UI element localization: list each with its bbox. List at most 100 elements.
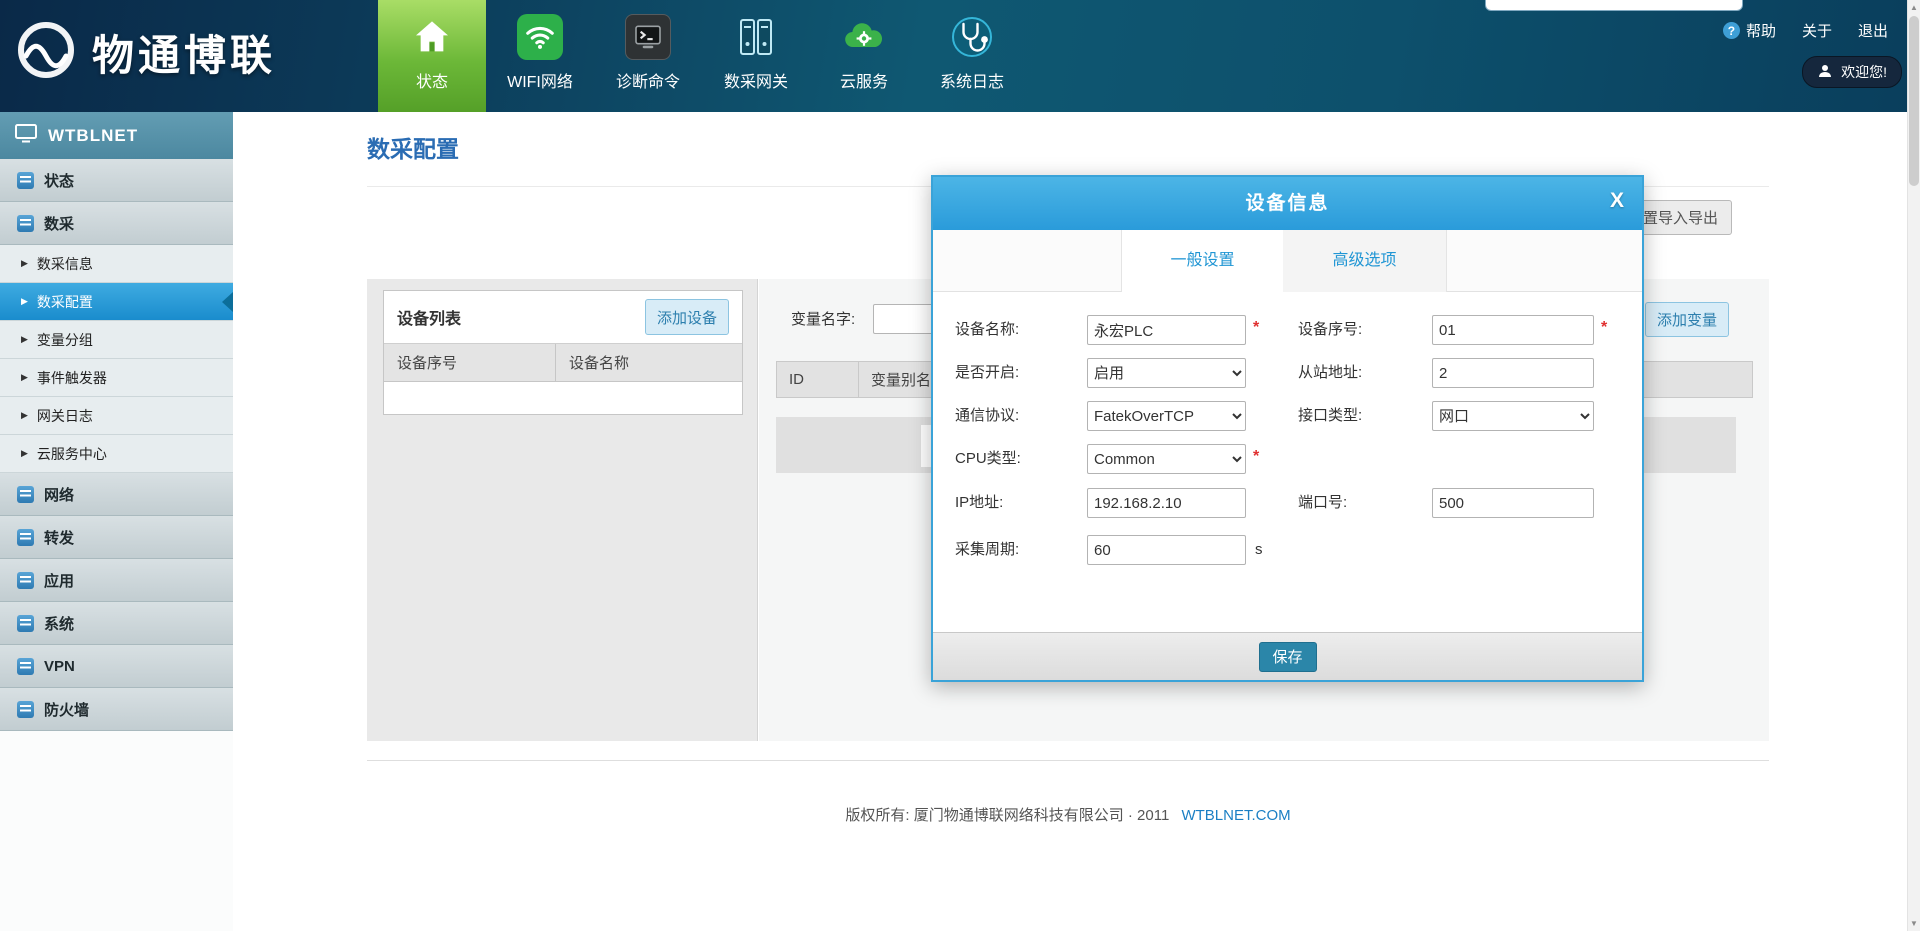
nav-tab-label: 诊断命令	[616, 68, 680, 92]
about-link[interactable]: 关于	[1802, 20, 1832, 41]
enabled-label: 是否开启:	[955, 358, 1019, 388]
sidebar-item-label: 系统	[44, 613, 74, 634]
logout-link[interactable]: 退出	[1858, 20, 1888, 41]
sidebar-item-label: 应用	[44, 570, 74, 591]
port-label: 端口号:	[1298, 488, 1347, 518]
device-list-column: 设备列表 添加设备 设备序号 设备名称	[367, 279, 758, 741]
device-no-column-header: 设备序号	[384, 344, 556, 381]
ip-addr-field[interactable]	[1087, 488, 1246, 518]
tab-general-settings[interactable]: 一般设置	[1121, 230, 1284, 292]
sidebar-item-label: 网络	[44, 484, 74, 505]
sidebar-subitem-label: 云服务中心	[37, 444, 107, 464]
tab-advanced-options[interactable]: 高级选项	[1283, 230, 1447, 292]
sidebar-item-datacollect[interactable]: 数采	[0, 202, 233, 245]
nav-tab-label: 状态	[416, 68, 448, 92]
sidebar-subitem-cloud-center[interactable]: 云服务中心	[0, 435, 233, 473]
sidebar-subitem-label: 事件触发器	[37, 368, 107, 388]
protocol-label: 通信协议:	[955, 401, 1019, 431]
nav-tab-label: 数采网关	[724, 68, 788, 92]
device-list-title: 设备列表	[397, 305, 461, 329]
modal-footer: 保存	[933, 632, 1642, 680]
sidebar-item-forward[interactable]: 转发	[0, 516, 233, 559]
interface-type-select[interactable]: 网口	[1432, 401, 1594, 431]
sidebar-item-app[interactable]: 应用	[0, 559, 233, 602]
device-no-label: 设备序号:	[1298, 315, 1362, 345]
add-device-button[interactable]: 添加设备	[645, 299, 729, 335]
sidebar-item-label: VPN	[44, 658, 75, 675]
cpu-type-label: CPU类型:	[955, 444, 1021, 474]
sidebar-item-label: 状态	[44, 170, 74, 191]
nav-tab-wifi[interactable]: WIFI网络	[486, 0, 594, 112]
monitor-icon	[15, 124, 37, 148]
interface-type-label: 接口类型:	[1298, 401, 1362, 431]
nav-tab-cloud[interactable]: 云服务	[810, 0, 918, 112]
nav-tab-status[interactable]: 状态	[378, 0, 486, 112]
slave-addr-field[interactable]	[1432, 358, 1594, 388]
help-link[interactable]: ? 帮助	[1723, 20, 1776, 41]
id-column-header: ID	[777, 362, 859, 397]
add-variable-button[interactable]: 添加变量	[1645, 302, 1729, 337]
sidebar-subitem-label: 变量分组	[37, 330, 93, 350]
sidebar-item-network[interactable]: 网络	[0, 473, 233, 516]
sidebar-subitem-label: 网关日志	[37, 406, 93, 426]
sidebar-subitem-datacollect-info[interactable]: 数采信息	[0, 245, 233, 283]
slave-addr-label: 从站地址:	[1298, 358, 1362, 388]
period-field[interactable]	[1087, 535, 1246, 565]
sidebar-item-vpn[interactable]: VPN	[0, 645, 233, 688]
main-nav: 状态 WIFI网络	[378, 0, 1026, 112]
nav-tab-label: WIFI网络	[507, 68, 573, 92]
cpu-type-select[interactable]: Common	[1087, 444, 1246, 474]
search-input[interactable]	[1486, 0, 1742, 10]
period-unit-suffix: s	[1255, 535, 1263, 565]
sidebar-subitem-event-trigger[interactable]: 事件触发器	[0, 359, 233, 397]
device-no-field[interactable]	[1432, 315, 1594, 345]
help-label: 帮助	[1746, 20, 1776, 41]
sidebar-subitem-variable-group[interactable]: 变量分组	[0, 321, 233, 359]
sidebar-item-system[interactable]: 系统	[0, 602, 233, 645]
current-item-arrow-icon	[222, 292, 233, 312]
enabled-select[interactable]: 启用	[1087, 358, 1246, 388]
protocol-select[interactable]: FatekOverTCP	[1087, 401, 1246, 431]
menu-grid-icon	[17, 486, 34, 503]
form-row: 通信协议: FatekOverTCP 接口类型: 网口	[933, 401, 1642, 433]
stethoscope-icon	[946, 11, 998, 63]
welcome-badge[interactable]: 欢迎您!	[1802, 56, 1902, 88]
menu-grid-icon	[17, 215, 34, 232]
footer: 版权所有: 厦门物通博联网络科技有限公司 · 2011 WTBLNET.COM	[367, 804, 1769, 825]
nav-tab-gateway[interactable]: 数采网关	[702, 0, 810, 112]
wtblnet-link[interactable]: WTBLNET.COM	[1181, 807, 1290, 824]
required-asterisk: *	[1253, 319, 1259, 337]
copyright-text: 版权所有: 厦门物通博联网络科技有限公司 · 2011	[845, 807, 1169, 824]
sidebar: WTBLNET 状态 数采 数采信息 数采配置 变量分组 事件触发器 网关日志 …	[0, 112, 233, 931]
save-button[interactable]: 保存	[1259, 642, 1317, 672]
logo-mark-icon	[14, 18, 78, 87]
device-name-label: 设备名称:	[955, 315, 1019, 345]
page-scrollbar[interactable]: ▲ ▼	[1907, 0, 1920, 931]
sidebar-item-firewall[interactable]: 防火墙	[0, 688, 233, 731]
modal-header: 设备信息 X	[933, 177, 1642, 230]
sidebar-item-status[interactable]: 状态	[0, 159, 233, 202]
logo-text: 物通博联	[92, 22, 276, 83]
scroll-up-icon[interactable]: ▲	[1908, 0, 1920, 15]
modal-title: 设备信息	[933, 177, 1642, 230]
page-title: 数采配置	[367, 130, 459, 164]
required-asterisk: *	[1253, 448, 1259, 466]
variable-name-label: 变量名字:	[791, 304, 855, 336]
sidebar-subitem-label: 数采配置	[37, 292, 93, 312]
sidebar-item-label: 数采	[44, 213, 74, 234]
top-header: 物通博联 状态	[0, 0, 1920, 112]
sidebar-subitem-gateway-log[interactable]: 网关日志	[0, 397, 233, 435]
device-name-field[interactable]	[1087, 315, 1246, 345]
scroll-down-icon[interactable]: ▼	[1908, 916, 1920, 931]
close-icon[interactable]: X	[1610, 189, 1624, 213]
scrollbar-thumb[interactable]	[1909, 16, 1919, 186]
menu-grid-icon	[17, 701, 34, 718]
nav-tab-syslog[interactable]: 系统日志	[918, 0, 1026, 112]
terminal-icon	[622, 11, 674, 63]
nav-tab-diagnostic[interactable]: 诊断命令	[594, 0, 702, 112]
port-field[interactable]	[1432, 488, 1594, 518]
device-table-empty-row	[384, 382, 742, 414]
sidebar-subitem-datacollect-config[interactable]: 数采配置	[0, 283, 233, 321]
user-icon	[1817, 63, 1833, 82]
form-row: CPU类型: Common *	[933, 444, 1642, 476]
